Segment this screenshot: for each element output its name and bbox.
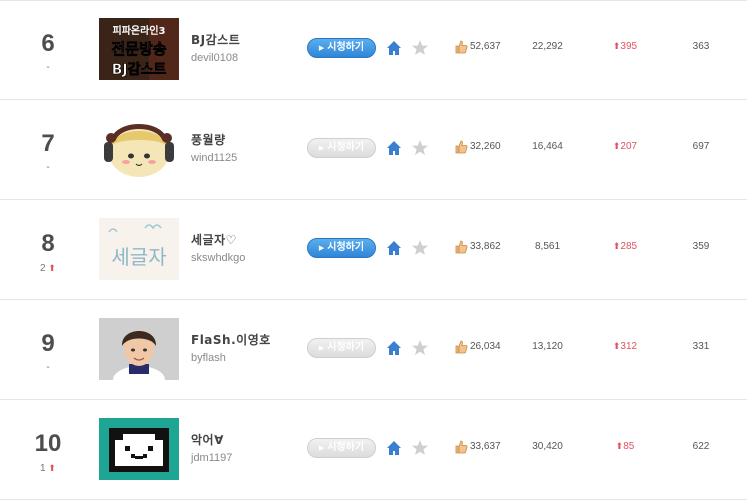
watch-button-label: 시청하기	[327, 42, 365, 53]
star-icon[interactable]	[411, 239, 429, 257]
streamer-name[interactable]: 악어∀	[191, 431, 224, 448]
play-icon: ▶	[318, 444, 325, 452]
home-icon[interactable]	[386, 340, 402, 356]
thumb-line-2: 전문방송	[111, 40, 166, 58]
viewer-change: ⬆85	[600, 441, 650, 452]
star-icon[interactable]	[411, 339, 429, 357]
home-icon[interactable]	[386, 40, 402, 56]
star-icon[interactable]	[411, 439, 429, 457]
watch-button[interactable]: ▶ 시청하기	[307, 138, 376, 158]
viewer-count: 22,292	[532, 41, 563, 52]
star-icon[interactable]	[411, 139, 429, 157]
rank-number: 9	[41, 330, 55, 357]
arrow-up-icon: ⬆	[48, 263, 56, 273]
thumb-line-1: 피파온라인3	[113, 24, 166, 37]
streamer-name[interactable]: FlaSh.이영호	[191, 331, 271, 348]
like-count: 32,260	[470, 141, 501, 152]
last-count: 359	[692, 241, 710, 252]
viewer-change: ⬆207	[600, 141, 650, 152]
play-icon: ▶	[318, 44, 325, 52]
viewer-change-value: 312	[620, 341, 638, 352]
like-count: 52,637	[470, 41, 501, 52]
thumbs-up-icon	[455, 140, 468, 154]
viewer-count: 8,561	[534, 241, 561, 252]
like-count: 26,034	[470, 341, 501, 352]
play-icon: ▶	[318, 144, 325, 152]
thumbs-up-icon	[455, 340, 468, 354]
rank-change: -	[26, 62, 70, 74]
broadcast-thumbnail[interactable]: 피파온라인3 전문방송 BJ감스트	[99, 18, 179, 80]
rank-change: 2 ⬆	[26, 262, 70, 275]
last-count: 622	[692, 441, 710, 452]
ranking-row: 8 2 ⬆ 세글자 세글자♡ skswhdkgo ▶ 시청하기 33,862 8,…	[0, 200, 747, 300]
thumbs-up-icon	[455, 440, 468, 454]
thumbs-up-icon	[455, 40, 468, 54]
watch-button[interactable]: ▶ 시청하기	[307, 338, 376, 358]
viewer-change-value: 395	[620, 41, 638, 52]
streamer-id: wind1125	[191, 152, 238, 164]
viewer-change-value: 207	[620, 141, 638, 152]
rank-change-value: 1	[40, 463, 46, 474]
rank-change-value: 2	[40, 263, 46, 274]
last-count: 697	[692, 141, 710, 152]
viewer-count: 13,120	[532, 341, 563, 352]
rank-change-value: -	[46, 62, 50, 73]
broadcast-thumbnail[interactable]: 세글자	[99, 218, 179, 280]
viewer-change: ⬆285	[600, 241, 650, 252]
viewer-count: 16,464	[532, 141, 563, 152]
streamer-id: jdm1197	[191, 452, 233, 464]
streamer-id: byflash	[191, 352, 226, 364]
home-icon[interactable]	[386, 440, 402, 456]
arrow-up-icon: ⬆	[48, 463, 56, 473]
watch-button-label: 시청하기	[327, 242, 365, 253]
streamer-id: devil0108	[191, 52, 239, 64]
play-icon: ▶	[318, 244, 325, 252]
rank-change: -	[26, 362, 70, 374]
rank-number: 6	[41, 30, 55, 57]
thumb-line-1: 세글자	[111, 245, 166, 269]
rank-change: -	[26, 162, 70, 174]
broadcast-thumbnail[interactable]	[99, 118, 179, 180]
watch-button-label: 시청하기	[327, 142, 365, 153]
watch-button[interactable]: ▶ 시청하기	[307, 438, 376, 458]
rank-number: 8	[41, 230, 55, 257]
thumb-line-3: BJ감스트	[112, 61, 167, 78]
viewer-change-value: 285	[620, 241, 638, 252]
home-icon[interactable]	[386, 240, 402, 256]
streamer-name[interactable]: BJ감스트	[191, 31, 240, 48]
viewer-change: ⬆395	[600, 41, 650, 52]
star-icon[interactable]	[411, 39, 429, 57]
watch-button[interactable]: ▶ 시청하기	[307, 238, 376, 258]
rank-change-value: -	[46, 362, 50, 373]
play-icon: ▶	[318, 344, 325, 352]
rank-change: 1 ⬆	[26, 462, 70, 475]
viewer-change-value: 85	[623, 441, 635, 452]
watch-button[interactable]: ▶ 시청하기	[307, 38, 376, 58]
broadcast-thumbnail[interactable]	[99, 318, 179, 380]
last-count: 363	[692, 41, 710, 52]
ranking-row: 7 - 풍월량 wind1125 ▶ 시청하기 32,260 16,464 ⬆20…	[0, 100, 747, 200]
ranking-row: 6 - 피파온라인3 전문방송 BJ감스트 BJ감스트 devil0108 ▶ 시…	[0, 0, 747, 100]
ranking-row: 10 1 ⬆ 악어∀ jdm1197 ▶ 시청하기 33,637 30,420 ⬆…	[0, 400, 747, 500]
ranking-row: 9 - FlaSh.이영호 byflash ▶ 시청하기 26,034 13,12…	[0, 300, 747, 400]
watch-button-label: 시청하기	[327, 342, 365, 353]
viewer-count: 30,420	[532, 441, 563, 452]
streamer-id: skswhdkgo	[191, 252, 246, 264]
like-count: 33,637	[470, 441, 501, 452]
broadcast-thumbnail[interactable]	[99, 418, 179, 480]
streamer-name[interactable]: 세글자♡	[191, 231, 237, 248]
rank-number: 7	[41, 130, 55, 157]
rank-change-value: -	[46, 162, 50, 173]
viewer-change: ⬆312	[600, 341, 650, 352]
thumbs-up-icon	[455, 240, 468, 254]
watch-button-label: 시청하기	[327, 442, 365, 453]
like-count: 33,862	[470, 241, 501, 252]
last-count: 331	[692, 341, 710, 352]
streamer-name[interactable]: 풍월량	[191, 131, 226, 148]
home-icon[interactable]	[386, 140, 402, 156]
rank-number: 10	[34, 430, 62, 457]
